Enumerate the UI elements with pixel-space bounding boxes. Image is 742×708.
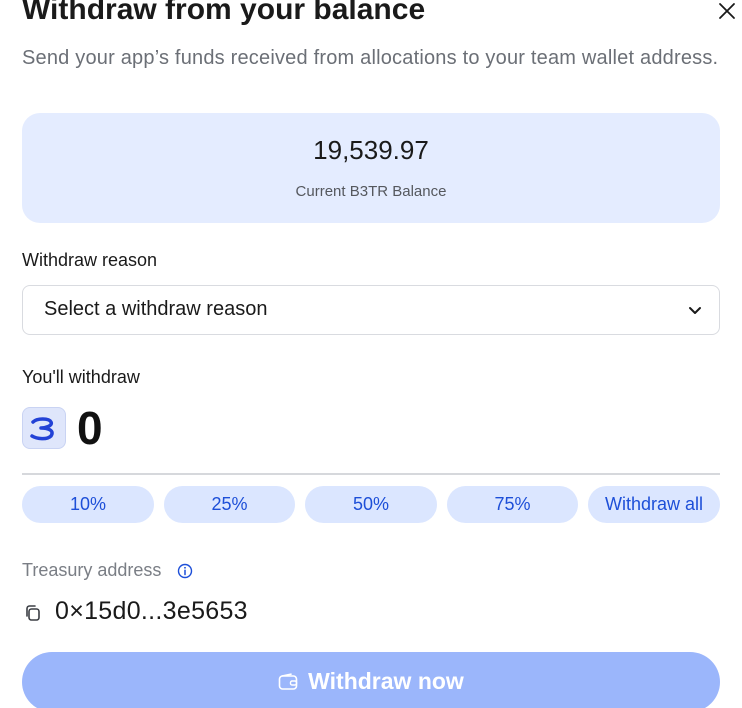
- preset-50-button[interactable]: 50%: [305, 486, 437, 523]
- amount-divider: [22, 473, 720, 475]
- withdraw-dialog: Withdraw from your balance Send your app…: [0, 0, 742, 708]
- withdraw-reason-placeholder: Select a withdraw reason: [44, 298, 268, 320]
- copy-icon[interactable]: [24, 604, 42, 622]
- withdraw-amount-row: 0: [22, 401, 720, 455]
- balance-value: 19,539.97: [313, 135, 429, 165]
- dialog-subtitle: Send your app’s funds received from allo…: [22, 47, 719, 69]
- withdraw-all-button[interactable]: Withdraw all: [588, 486, 720, 523]
- preset-10-button[interactable]: 10%: [22, 486, 154, 523]
- close-button[interactable]: [716, 0, 738, 22]
- info-icon[interactable]: [177, 563, 193, 579]
- wallet-icon: [278, 672, 298, 690]
- balance-label: Current B3TR Balance: [295, 183, 447, 200]
- withdraw-now-label: Withdraw now: [308, 668, 464, 694]
- withdraw-reason-select[interactable]: Select a withdraw reason: [22, 285, 720, 335]
- treasury-address-value: 0×15d0...3e5653: [55, 597, 248, 625]
- chevron-down-icon: [689, 307, 701, 314]
- b3tr-token-icon: [22, 407, 66, 449]
- balance-card: 19,539.97 Current B3TR Balance: [22, 113, 720, 223]
- withdraw-reason-label: Withdraw reason: [22, 250, 158, 270]
- preset-75-button[interactable]: 75%: [447, 486, 578, 523]
- preset-25-button[interactable]: 25%: [164, 486, 295, 523]
- close-icon: [719, 3, 735, 19]
- treasury-address-label: Treasury address: [22, 560, 162, 580]
- dialog-title: Withdraw from your balance: [22, 0, 426, 26]
- withdraw-amount-input[interactable]: 0: [77, 401, 103, 455]
- withdraw-now-button[interactable]: Withdraw now: [22, 652, 720, 708]
- withdraw-amount-label: You'll withdraw: [22, 367, 140, 387]
